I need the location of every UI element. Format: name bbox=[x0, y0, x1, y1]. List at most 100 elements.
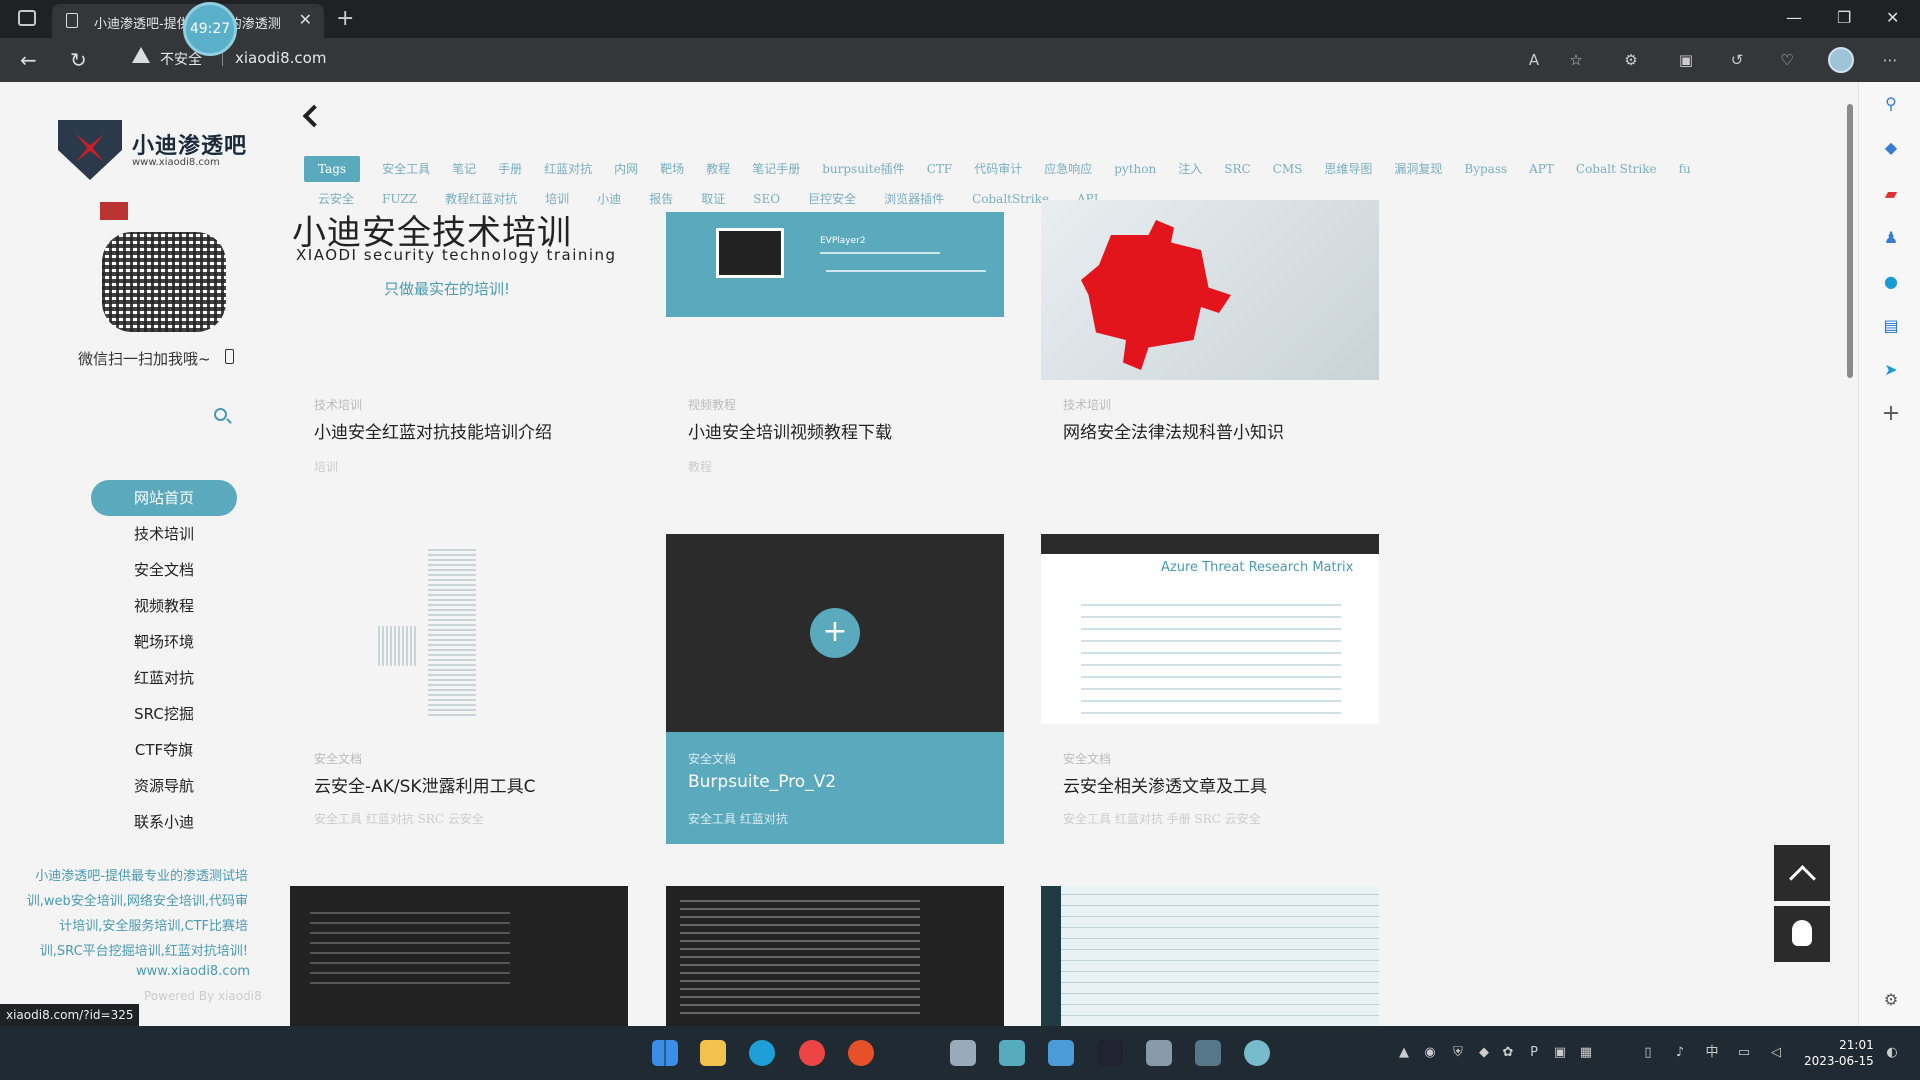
tab-actions-icon[interactable] bbox=[18, 10, 36, 26]
games-icon[interactable]: ♟ bbox=[1881, 228, 1901, 248]
search-icon[interactable] bbox=[214, 408, 227, 421]
article-card[interactable]: 安全文档 云安全-AK/SK泄露利用工具C 安全工具 红蓝对抗 SRC 云安全 bbox=[292, 534, 630, 834]
article-card-thumbnail[interactable] bbox=[666, 886, 1004, 1026]
tag-item[interactable]: 靶场 bbox=[660, 156, 684, 182]
photoshop-icon[interactable] bbox=[1097, 1040, 1123, 1066]
battery-icon[interactable]: ▯ bbox=[1640, 1045, 1656, 1061]
url-field[interactable]: xiaodi8.com bbox=[235, 49, 326, 67]
network-icon[interactable]: ▭ bbox=[1736, 1045, 1752, 1061]
favorite-add-icon[interactable]: ☆ bbox=[1566, 50, 1586, 70]
outlook-icon[interactable]: ▤ bbox=[1881, 316, 1901, 336]
app-icon[interactable] bbox=[1244, 1040, 1270, 1066]
edge-icon[interactable] bbox=[749, 1040, 775, 1066]
tag-item[interactable]: python bbox=[1114, 156, 1156, 182]
history-icon[interactable]: ↺ bbox=[1727, 50, 1747, 70]
nav-item-videos[interactable]: 视频教程 bbox=[91, 588, 237, 624]
site-url-link[interactable]: www.xiaodi8.com bbox=[136, 964, 250, 979]
taskbar-clock[interactable]: 21:01 2023-06-15 bbox=[1804, 1037, 1874, 1069]
tray-app-icon[interactable]: ◉ bbox=[1422, 1045, 1438, 1061]
tag-item[interactable]: 教程 bbox=[706, 156, 730, 182]
card-thumbnail[interactable] bbox=[292, 534, 630, 724]
tag-item[interactable]: fu bbox=[1679, 156, 1691, 182]
article-card-thumbnail[interactable] bbox=[1041, 886, 1379, 1026]
tray-app-icon[interactable]: ▣ bbox=[1552, 1045, 1568, 1061]
refresh-icon[interactable]: ↻ bbox=[70, 48, 87, 72]
tray-app-icon[interactable]: ◆ bbox=[1476, 1045, 1492, 1061]
volume-icon[interactable]: ◁ bbox=[1768, 1045, 1784, 1061]
tag-item[interactable]: 笔记 bbox=[452, 156, 476, 182]
tray-app-icon[interactable]: ▲ bbox=[1396, 1045, 1412, 1061]
nav-item-resources[interactable]: 资源导航 bbox=[91, 768, 237, 804]
card-title[interactable]: Burpsuite_Pro_V2 bbox=[688, 772, 836, 792]
chrome-icon[interactable] bbox=[799, 1040, 825, 1066]
file-explorer-icon[interactable] bbox=[700, 1040, 726, 1066]
card-category[interactable]: 安全文档 bbox=[688, 750, 736, 767]
restore-button[interactable]: ❐ bbox=[1837, 8, 1851, 27]
tag-item[interactable]: 小迪 bbox=[597, 189, 621, 209]
tag-item[interactable]: CobaltStrike bbox=[972, 189, 1049, 209]
card-category[interactable]: 技术培训 bbox=[1063, 396, 1111, 413]
tray-app-icon[interactable]: ✿ bbox=[1500, 1045, 1516, 1061]
tag-item[interactable]: 代码审计 bbox=[974, 156, 1022, 182]
card-title[interactable]: 云安全-AK/SK泄露利用工具C bbox=[314, 772, 535, 797]
card-tags[interactable]: 教程 bbox=[688, 458, 712, 475]
nav-item-contact[interactable]: 联系小迪 bbox=[91, 804, 237, 840]
site-logo-icon[interactable] bbox=[58, 120, 122, 180]
photos-icon[interactable] bbox=[1048, 1040, 1074, 1066]
tag-item[interactable]: Tags bbox=[304, 156, 361, 182]
search-icon[interactable]: ⚲ bbox=[1881, 94, 1901, 114]
add-sidebar-icon[interactable]: + bbox=[1881, 403, 1901, 425]
shield-icon[interactable]: ⛨ bbox=[1450, 1045, 1466, 1061]
tag-item[interactable]: 内网 bbox=[614, 156, 638, 182]
tag-item[interactable]: Bypass bbox=[1464, 156, 1507, 182]
app-icon[interactable] bbox=[1195, 1040, 1221, 1066]
nav-item-ctf[interactable]: CTF夺旗 bbox=[91, 732, 237, 768]
app-icon[interactable] bbox=[950, 1040, 976, 1066]
nav-item-src[interactable]: SRC挖掘 bbox=[91, 696, 237, 732]
tag-item[interactable]: CMS bbox=[1273, 156, 1303, 182]
card-category[interactable]: 安全文档 bbox=[314, 750, 362, 767]
card-category[interactable]: 安全文档 bbox=[1063, 750, 1111, 767]
article-card[interactable]: + 安全文档 Burpsuite_Pro_V2 安全工具 红蓝对抗 bbox=[666, 534, 1004, 844]
nav-item-home[interactable]: 网站首页 bbox=[91, 480, 237, 516]
tag-item[interactable]: burpsuite插件 bbox=[822, 156, 904, 182]
card-thumbnail[interactable]: + bbox=[666, 534, 1004, 732]
article-card[interactable]: 技术培训 小迪安全红蓝对抗技能培训介绍 培训 bbox=[292, 396, 630, 476]
notification-icon[interactable]: ◐ bbox=[1884, 1045, 1900, 1061]
send-icon[interactable]: ➤ bbox=[1881, 360, 1901, 380]
qq-contact-button[interactable] bbox=[1774, 906, 1830, 962]
card-thumbnail[interactable]: Azure Threat Research Matrix bbox=[1041, 534, 1379, 724]
tag-item[interactable]: 思维导图 bbox=[1324, 156, 1372, 182]
card-tags[interactable]: 安全工具 红蓝对抗 手册 SRC 云安全 bbox=[1063, 810, 1261, 827]
card-tags[interactable]: 安全工具 红蓝对抗 SRC 云安全 bbox=[314, 810, 484, 827]
card-tags[interactable]: 培训 bbox=[314, 458, 338, 475]
java-icon[interactable] bbox=[1146, 1040, 1172, 1066]
settings-icon[interactable]: ⚙ bbox=[1881, 990, 1901, 1010]
nav-item-training[interactable]: 技术培训 bbox=[91, 516, 237, 552]
card-tags[interactable]: 安全工具 红蓝对抗 bbox=[688, 810, 788, 827]
firefox-icon[interactable] bbox=[848, 1040, 874, 1066]
nav-item-redblue[interactable]: 红蓝对抗 bbox=[91, 660, 237, 696]
card-title[interactable]: 小迪安全培训视频教程下载 bbox=[688, 418, 892, 443]
tag-item[interactable]: 注入 bbox=[1178, 156, 1202, 182]
tag-item[interactable]: 红蓝对抗 bbox=[544, 156, 592, 182]
tray-app-icon[interactable]: ▦ bbox=[1578, 1045, 1594, 1061]
article-card[interactable]: 技术培训 网络安全法律法规科普小知识 bbox=[1041, 200, 1379, 476]
toolbox-icon[interactable]: ▰ bbox=[1881, 184, 1901, 204]
article-card[interactable]: Azure Threat Research Matrix 安全文档 云安全相关渗… bbox=[1041, 534, 1379, 834]
performance-icon[interactable]: ♡ bbox=[1777, 50, 1797, 70]
read-aloud-icon[interactable]: A bbox=[1524, 50, 1544, 70]
page-scrollbar[interactable] bbox=[1844, 82, 1858, 1026]
extensions-icon[interactable]: ⚙ bbox=[1621, 50, 1641, 70]
tag-item[interactable]: 笔记手册 bbox=[752, 156, 800, 182]
tag-item[interactable]: 取证 bbox=[701, 189, 725, 209]
tag-item[interactable]: 应急响应 bbox=[1044, 156, 1092, 182]
back-arrow-icon[interactable]: ← bbox=[20, 48, 37, 72]
back-to-top-button[interactable] bbox=[1774, 845, 1830, 901]
microphone-icon[interactable]: ♪ bbox=[1672, 1045, 1688, 1061]
ime-indicator[interactable]: 中 bbox=[1704, 1045, 1720, 1061]
site-logo-title[interactable]: 小迪渗透吧 bbox=[132, 128, 247, 160]
tray-app-icon[interactable]: P bbox=[1526, 1045, 1542, 1061]
shopping-tag-icon[interactable]: ◆ bbox=[1881, 138, 1901, 158]
app-icon[interactable] bbox=[999, 1040, 1025, 1066]
